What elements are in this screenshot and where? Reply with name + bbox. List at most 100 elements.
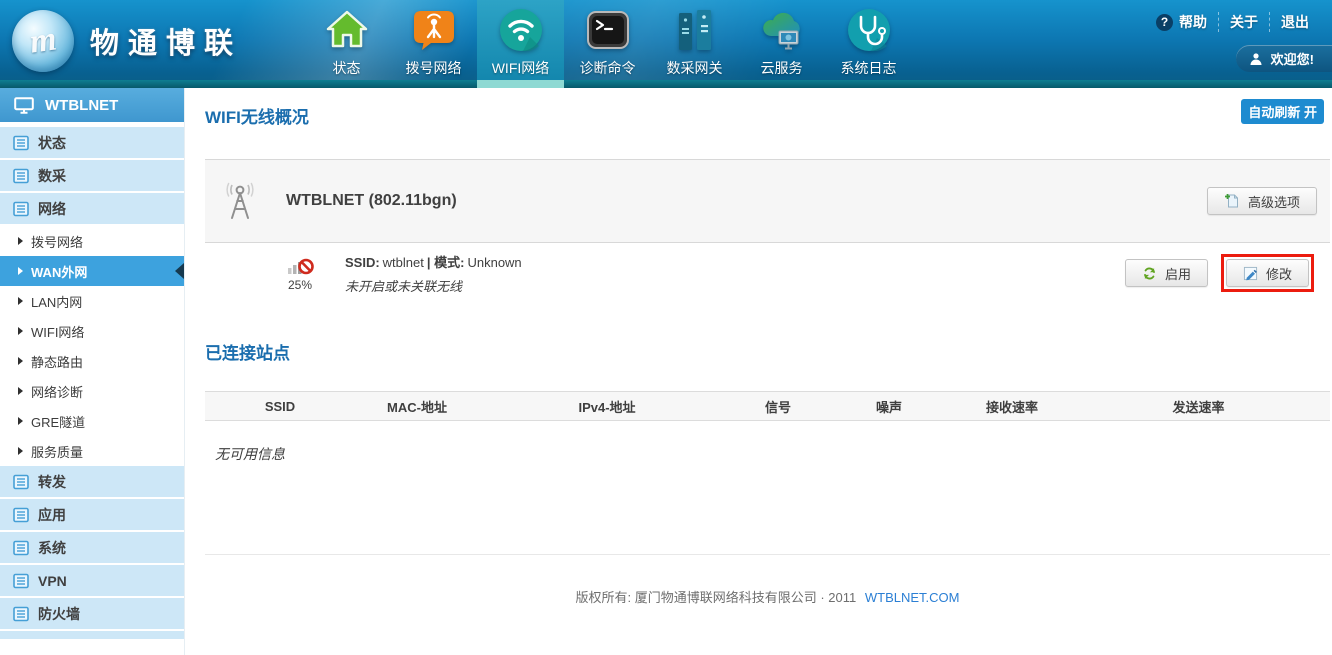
nav-tab-label: 数采网关 <box>667 58 723 78</box>
add-page-icon <box>1224 193 1240 209</box>
cloud-icon <box>759 7 805 53</box>
column-header-tx-rate: 发送速率 <box>1067 397 1330 416</box>
signal-indicator: 25% <box>277 255 323 292</box>
list-icon <box>13 606 29 622</box>
button-label: 修改 <box>1266 264 1292 283</box>
footer-divider <box>205 554 1330 555</box>
page-title: WIFI无线概况 <box>205 103 1330 128</box>
nav-tab-label: 云服务 <box>761 58 803 78</box>
brand-globe-icon: m <box>12 10 74 72</box>
broadcast-icon <box>411 7 457 53</box>
sidebar-item-label: 转发 <box>38 472 66 492</box>
sidebar-item-status[interactable]: 状态 <box>0 127 184 160</box>
sidebar-item-label: 拨号网络 <box>31 232 83 251</box>
nav-tab-system-log[interactable]: 系统日志 <box>825 0 912 88</box>
column-header-ipv4: IPv4-地址 <box>479 397 735 416</box>
nav-tab-label: 拨号网络 <box>406 58 462 78</box>
stations-empty-text: 无可用信息 <box>215 444 1330 464</box>
ssid-value: wtblnet <box>383 255 424 270</box>
stations-table-header: SSID MAC-地址 IPv4-地址 信号 噪声 接收速率 发送速率 <box>205 391 1330 421</box>
main-content: 自动刷新 开 WIFI无线概况 WTBLNET (802.11bgn) <box>186 88 1332 655</box>
wifi-section-header: WTBLNET (802.11bgn) 高级选项 <box>205 159 1330 243</box>
wifi-status-text: 未开启或未关联无线 <box>345 276 525 295</box>
modify-button[interactable]: 修改 <box>1226 259 1309 287</box>
monitor-icon <box>14 97 34 114</box>
sidebar-item-label: 静态路由 <box>31 352 83 371</box>
sidebar-item-application[interactable]: 应用 <box>0 499 184 532</box>
column-header-mac: MAC-地址 <box>355 397 479 416</box>
sidebar-device-header[interactable]: WTBLNET <box>0 88 184 122</box>
caret-right-icon <box>18 387 23 395</box>
nav-tab-label: 系统日志 <box>841 58 897 78</box>
sidebar-item-system[interactable]: 系统 <box>0 532 184 565</box>
caret-right-icon <box>18 357 23 365</box>
ssid-line: SSID:wtblnet| 模式:Unknown <box>345 252 525 271</box>
sidebar-subitem-wan[interactable]: WAN外网 <box>0 256 184 286</box>
sidebar-item-partial <box>0 631 184 639</box>
auto-refresh-toggle[interactable]: 自动刷新 开 <box>1241 99 1324 124</box>
main-nav: 状态 拨号网络 <box>303 0 912 88</box>
enable-button[interactable]: 启用 <box>1125 259 1208 287</box>
nav-tab-wifi-network[interactable]: WIFI网络 <box>477 0 564 88</box>
button-label: 启用 <box>1165 264 1191 283</box>
sidebar-subitem-lan[interactable]: LAN内网 <box>0 286 184 316</box>
advanced-options-button[interactable]: 高级选项 <box>1207 187 1317 215</box>
mode-value: Unknown <box>467 255 521 270</box>
sidebar-item-label: 应用 <box>38 505 66 525</box>
sidebar-item-label: 网络诊断 <box>31 382 83 401</box>
button-label: 高级选项 <box>1248 192 1300 211</box>
wifi-section-body: 25% SSID:wtblnet| 模式:Unknown 未开启或未关联无线 <box>205 243 1330 303</box>
caret-right-icon <box>18 237 23 245</box>
caret-right-icon <box>18 297 23 305</box>
sidebar-subitem-wifi[interactable]: WIFI网络 <box>0 316 184 346</box>
refresh-icon <box>1142 266 1157 281</box>
brand-name: 物通博联 <box>90 20 242 62</box>
sidebar-item-vpn[interactable]: VPN <box>0 565 184 598</box>
sidebar-subitem-dial-network[interactable]: 拨号网络 <box>0 226 184 256</box>
sidebar-item-data-collection[interactable]: 数采 <box>0 160 184 193</box>
signal-disabled-icon <box>277 255 323 276</box>
column-header-ssid: SSID <box>205 399 355 414</box>
sidebar-item-label: WAN外网 <box>31 262 87 281</box>
ssid-label: SSID: <box>345 255 380 270</box>
sidebar-item-network[interactable]: 网络 <box>0 193 184 226</box>
list-icon <box>13 474 29 490</box>
nav-bottom-strip <box>0 80 1332 88</box>
about-link-label: 关于 <box>1230 12 1258 32</box>
modify-button-highlight: 修改 <box>1221 254 1314 292</box>
column-header-signal: 信号 <box>735 397 821 416</box>
help-link[interactable]: ? 帮助 <box>1145 12 1218 32</box>
sidebar-subitem-qos[interactable]: 服务质量 <box>0 436 184 466</box>
brand-logo: m 物通博联 <box>12 10 242 72</box>
sidebar-subitem-static-route[interactable]: 静态路由 <box>0 346 184 376</box>
nav-tab-diagnostic-command[interactable]: 诊断命令 <box>564 0 651 88</box>
sidebar-subitem-gre-tunnel[interactable]: GRE隧道 <box>0 406 184 436</box>
user-icon <box>1249 52 1263 66</box>
wifi-overview-section: WTBLNET (802.11bgn) 高级选项 <box>205 159 1330 303</box>
nav-tab-label: 状态 <box>333 58 361 78</box>
nav-tab-label: 诊断命令 <box>580 58 636 78</box>
list-icon <box>13 540 29 556</box>
signal-percent: 25% <box>277 278 323 292</box>
nav-tab-cloud-service[interactable]: 云服务 <box>738 0 825 88</box>
footer-link[interactable]: WTBLNET.COM <box>865 590 960 605</box>
brand-globe-letter: m <box>27 20 58 61</box>
sidebar-item-firewall[interactable]: 防火墙 <box>0 598 184 631</box>
sidebar-item-label: LAN内网 <box>31 292 82 311</box>
nav-tab-dial-network[interactable]: 拨号网络 <box>390 0 477 88</box>
nav-tab-data-gateway[interactable]: 数采网关 <box>651 0 738 88</box>
welcome-pill[interactable]: 欢迎您! <box>1236 45 1332 72</box>
sidebar-subitem-network-diagnosis[interactable]: 网络诊断 <box>0 376 184 406</box>
sidebar-item-label: WIFI网络 <box>31 322 84 341</box>
wifi-icon <box>498 7 544 53</box>
nav-tab-status[interactable]: 状态 <box>303 0 390 88</box>
terminal-icon <box>585 7 631 53</box>
list-icon <box>13 135 29 151</box>
sidebar-item-label: 服务质量 <box>31 442 83 461</box>
column-header-noise: 噪声 <box>821 397 957 416</box>
stethoscope-icon <box>846 7 892 53</box>
stations-title: 已连接站点 <box>205 339 1330 364</box>
about-link[interactable]: 关于 <box>1218 12 1269 32</box>
sidebar-item-forwarding[interactable]: 转发 <box>0 466 184 499</box>
logout-link[interactable]: 退出 <box>1269 12 1320 32</box>
